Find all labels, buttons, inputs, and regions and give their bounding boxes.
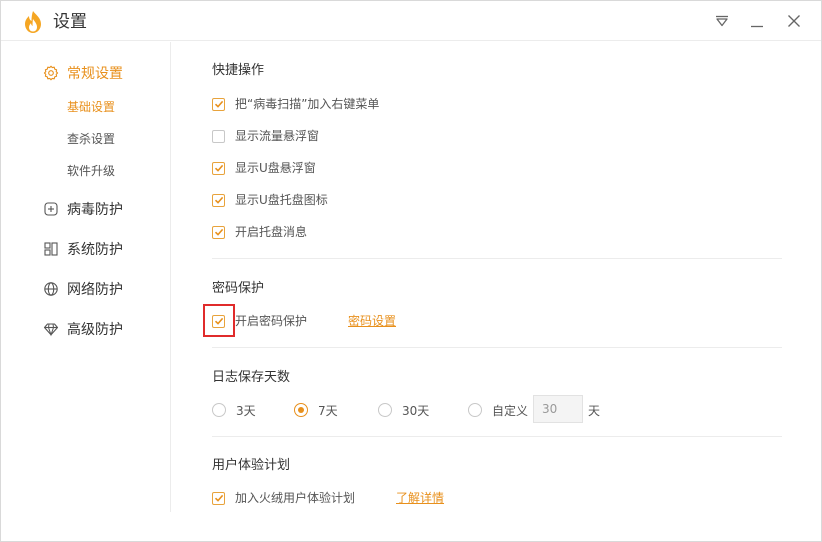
check-icon xyxy=(214,494,223,502)
radio-label: 3天 xyxy=(236,403,256,418)
section-title-experience: 用户体验计划 xyxy=(212,458,291,473)
sidebar-group-general[interactable]: 常规设置 xyxy=(43,61,123,85)
menu-dropdown-button[interactable] xyxy=(712,11,732,31)
sidebar-group-virus-protection[interactable]: 病毒防护 xyxy=(43,197,123,221)
diamond-icon xyxy=(43,321,59,337)
radio-button[interactable] xyxy=(294,403,308,417)
plus-square-icon xyxy=(43,201,59,217)
option-join-experience-program[interactable]: 加入火绒用户体验计划 xyxy=(212,489,355,507)
option-tray-messages[interactable]: 开启托盘消息 xyxy=(212,223,307,241)
option-usb-float-window[interactable]: 显示U盘悬浮窗 xyxy=(212,159,316,177)
option-right-click-menu[interactable]: 把“病毒扫描”加入右键菜单 xyxy=(212,95,379,113)
radio-label: 自定义 xyxy=(492,403,529,418)
window-title: 设置 xyxy=(53,12,87,32)
section-title-quick: 快捷操作 xyxy=(212,63,265,78)
sidebar-group-label: 网络防护 xyxy=(67,282,123,298)
option-label: 加入火绒用户体验计划 xyxy=(235,491,356,505)
section-divider xyxy=(212,436,782,437)
radio-label: 7天 xyxy=(318,403,338,418)
radio-option-7-days[interactable]: 7天 xyxy=(294,400,338,420)
option-label: 把“病毒扫描”加入右键菜单 xyxy=(235,97,380,111)
checkbox[interactable] xyxy=(212,193,225,207)
days-unit-label: 天 xyxy=(588,404,601,418)
custom-days-input[interactable] xyxy=(533,395,583,423)
sidebar: 常规设置 基础设置 查杀设置 软件升级 病毒防护 系统防护 网络防护 高级防护 xyxy=(1,42,171,512)
radio-button[interactable] xyxy=(468,403,482,417)
close-icon xyxy=(788,15,800,27)
sidebar-item-software-update[interactable]: 软件升级 xyxy=(67,162,115,180)
sidebar-group-advanced-protection[interactable]: 高级防护 xyxy=(43,317,123,341)
checkbox[interactable] xyxy=(212,225,225,239)
check-icon xyxy=(214,164,223,172)
option-label: 开启密码保护 xyxy=(235,314,308,328)
section-divider xyxy=(212,258,782,259)
option-label: 显示U盘悬浮窗 xyxy=(235,161,316,175)
option-label: 开启托盘消息 xyxy=(235,225,308,239)
option-traffic-float-window[interactable]: 显示流量悬浮窗 xyxy=(212,127,319,145)
section-title-log: 日志保存天数 xyxy=(212,370,291,385)
option-label: 显示U盘托盘图标 xyxy=(235,193,328,207)
checkbox[interactable] xyxy=(212,129,225,143)
highlight-box xyxy=(203,304,235,337)
title-bar: 设置 xyxy=(1,1,821,41)
radio-option-custom[interactable]: 自定义 xyxy=(468,400,528,420)
app-logo-icon xyxy=(25,11,41,33)
globe-icon xyxy=(43,281,59,297)
checkbox[interactable] xyxy=(212,97,225,111)
option-label: 显示流量悬浮窗 xyxy=(235,129,320,143)
password-settings-link[interactable]: 密码设置 xyxy=(348,312,396,329)
sidebar-item-scan-settings[interactable]: 查杀设置 xyxy=(67,130,115,148)
sidebar-group-network-protection[interactable]: 网络防护 xyxy=(43,277,123,301)
grid-icon xyxy=(43,241,59,257)
radio-button[interactable] xyxy=(212,403,226,417)
check-icon xyxy=(214,196,223,204)
radio-option-3-days[interactable]: 3天 xyxy=(212,400,256,420)
settings-content: 快捷操作 把“病毒扫描”加入右键菜单 显示流量悬浮窗 显示U盘悬浮窗 显示U盘托… xyxy=(172,42,812,542)
sidebar-group-label: 常规设置 xyxy=(67,66,123,82)
sidebar-item-basic-settings[interactable]: 基础设置 xyxy=(67,98,115,116)
radio-label: 30天 xyxy=(402,403,430,418)
minimize-button[interactable] xyxy=(747,11,767,31)
section-divider xyxy=(212,347,782,348)
check-icon xyxy=(214,100,223,108)
radio-option-30-days[interactable]: 30天 xyxy=(378,400,429,420)
sidebar-group-label: 病毒防护 xyxy=(67,202,123,218)
close-button[interactable] xyxy=(784,11,804,31)
triangle-down-icon xyxy=(716,15,728,27)
learn-more-link[interactable]: 了解详情 xyxy=(396,489,444,506)
settings-window: 设置 常规设置 基础设置 查杀设置 软件升级 病毒防护 系统防护 网络防护 高级… xyxy=(0,0,822,542)
radio-button[interactable] xyxy=(378,403,392,417)
gear-icon xyxy=(43,65,59,81)
section-title-password: 密码保护 xyxy=(212,281,265,296)
minimize-icon xyxy=(751,25,763,28)
sidebar-group-system-protection[interactable]: 系统防护 xyxy=(43,237,123,261)
checkbox[interactable] xyxy=(212,161,225,175)
check-icon xyxy=(214,228,223,236)
sidebar-group-label: 高级防护 xyxy=(67,322,123,338)
option-usb-tray-icon[interactable]: 显示U盘托盘图标 xyxy=(212,191,328,209)
sidebar-group-label: 系统防护 xyxy=(67,242,123,258)
checkbox[interactable] xyxy=(212,491,225,505)
